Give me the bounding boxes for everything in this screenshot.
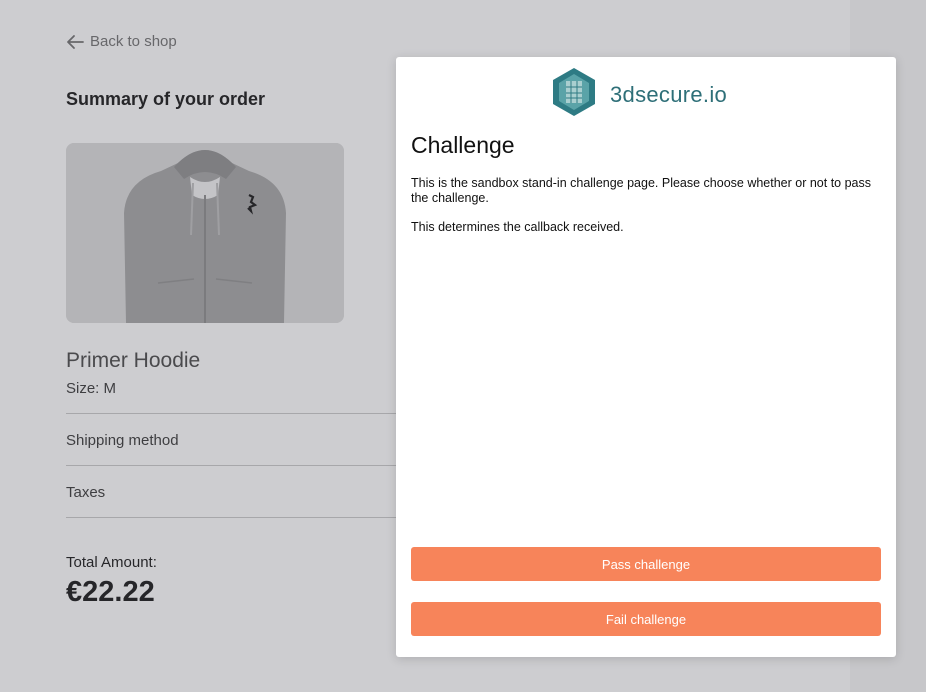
brand-name: 3dsecure.io (610, 81, 728, 107)
brand-header: 3dsecure.io (552, 67, 727, 122)
checkout-page: Back to shop Summary of your order Prime… (0, 0, 926, 692)
challenge-title: Challenge (411, 132, 515, 158)
pass-challenge-button[interactable]: Pass challenge (411, 547, 881, 581)
fail-challenge-button[interactable]: Fail challenge (411, 602, 881, 636)
challenge-description: This is the sandbox stand-in challenge p… (411, 176, 872, 205)
3dsecure-logo-icon (552, 67, 596, 122)
challenge-modal: 3dsecure.io Challenge This is the sandbo… (396, 57, 896, 657)
callback-note: This determines the callback received. (411, 220, 624, 234)
